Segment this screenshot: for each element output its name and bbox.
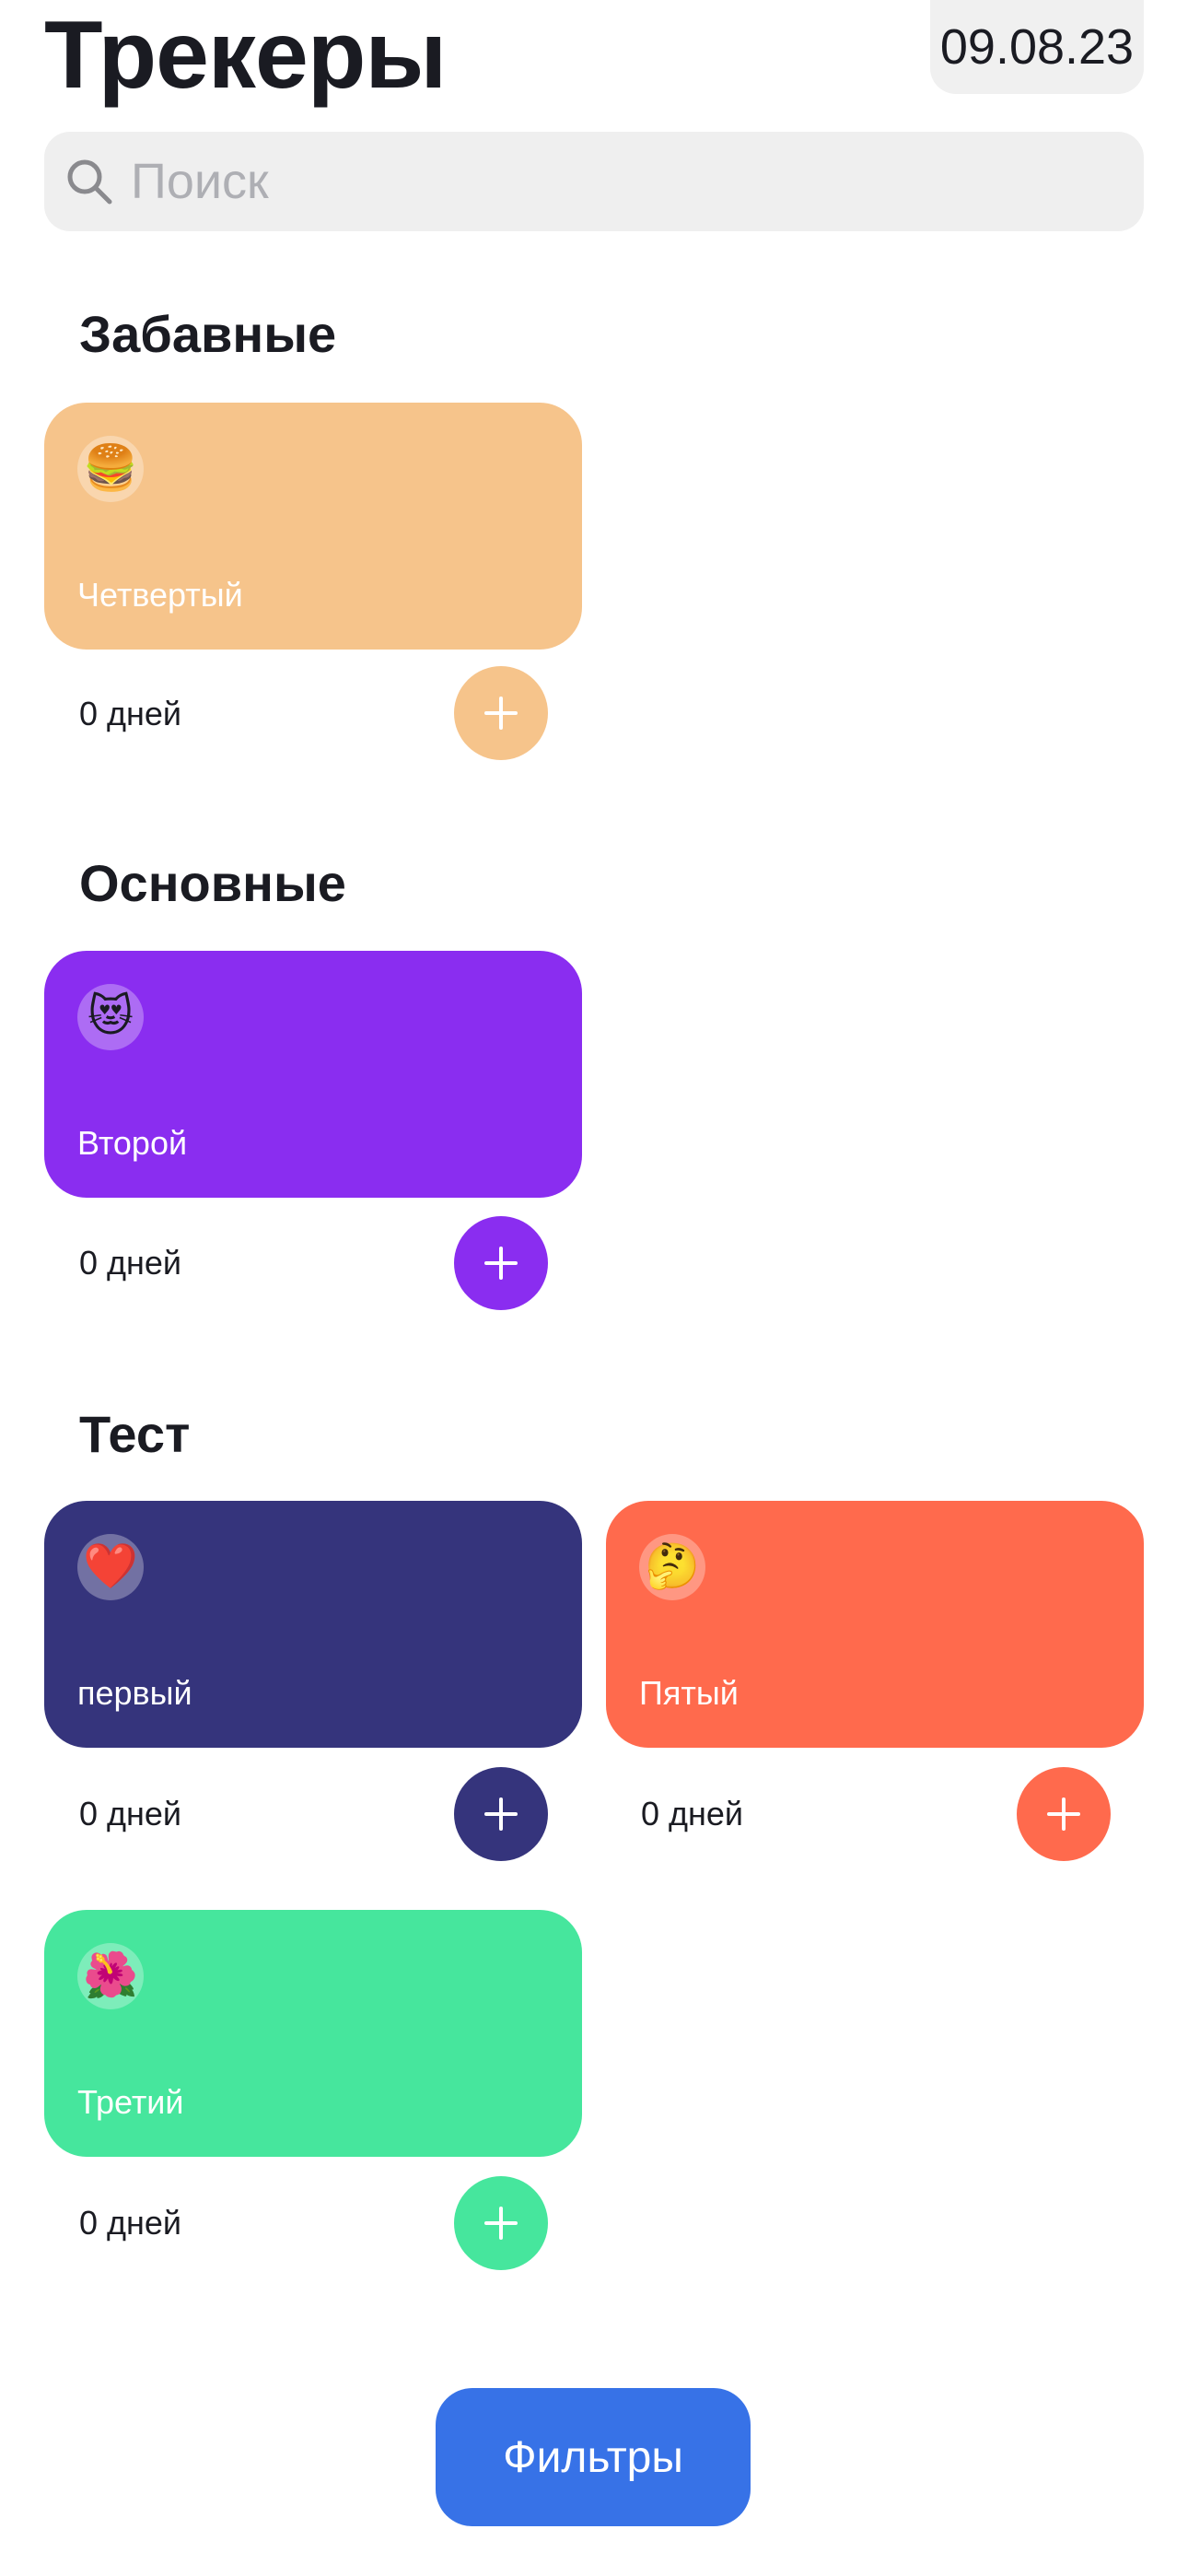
tracker-days-count: 0 дней	[79, 1795, 182, 1832]
complete-tracker-button[interactable]	[1017, 1767, 1111, 1861]
tracker-card-second[interactable]: 😻 Второй	[44, 951, 582, 1198]
heart-eyes-cat-icon: 😻	[77, 984, 144, 1050]
tracker-name: Четвертый	[77, 576, 243, 614]
tracker-card-fifth[interactable]: 🤔 Пятый	[606, 1501, 1144, 1748]
tracker-card-fourth[interactable]: 🍔 Четвертый	[44, 403, 582, 650]
plus-icon	[484, 1797, 518, 1831]
section-title-fun: Забавные	[79, 305, 337, 363]
tracker-days-count: 0 дней	[79, 1244, 182, 1282]
plus-icon	[484, 1247, 518, 1280]
heart-icon: ❤️	[77, 1534, 144, 1600]
complete-tracker-button[interactable]	[454, 1767, 548, 1861]
complete-tracker-button[interactable]	[454, 2176, 548, 2270]
tracker-name: Пятый	[639, 1674, 739, 1712]
tracker-name: Второй	[77, 1124, 188, 1162]
tracker-days-count: 0 дней	[641, 1795, 744, 1832]
section-title-main: Основные	[79, 854, 346, 912]
tracker-card-third[interactable]: 🌺 Третий	[44, 1910, 582, 2157]
page-title: Трекеры	[44, 2, 447, 109]
plus-icon	[484, 697, 518, 730]
filters-button[interactable]: Фильтры	[436, 2388, 751, 2526]
hibiscus-icon: 🌺	[77, 1943, 144, 2009]
search-field[interactable]	[44, 132, 1144, 231]
plus-icon	[484, 2207, 518, 2240]
thinking-face-icon: 🤔	[639, 1534, 705, 1600]
tracker-days-count: 0 дней	[79, 2204, 182, 2242]
section-title-test: Тест	[79, 1405, 191, 1463]
complete-tracker-button[interactable]	[454, 666, 548, 760]
tracker-name: первый	[77, 1674, 192, 1712]
search-icon	[63, 155, 116, 208]
plus-icon	[1047, 1797, 1080, 1831]
complete-tracker-button[interactable]	[454, 1216, 548, 1310]
burger-icon: 🍔	[77, 436, 144, 502]
tracker-name: Третий	[77, 2083, 184, 2121]
tracker-days-count: 0 дней	[79, 695, 182, 732]
tracker-card-first[interactable]: ❤️ первый	[44, 1501, 582, 1748]
search-input[interactable]	[131, 153, 1052, 210]
date-picker[interactable]: 09.08.23	[930, 0, 1144, 94]
